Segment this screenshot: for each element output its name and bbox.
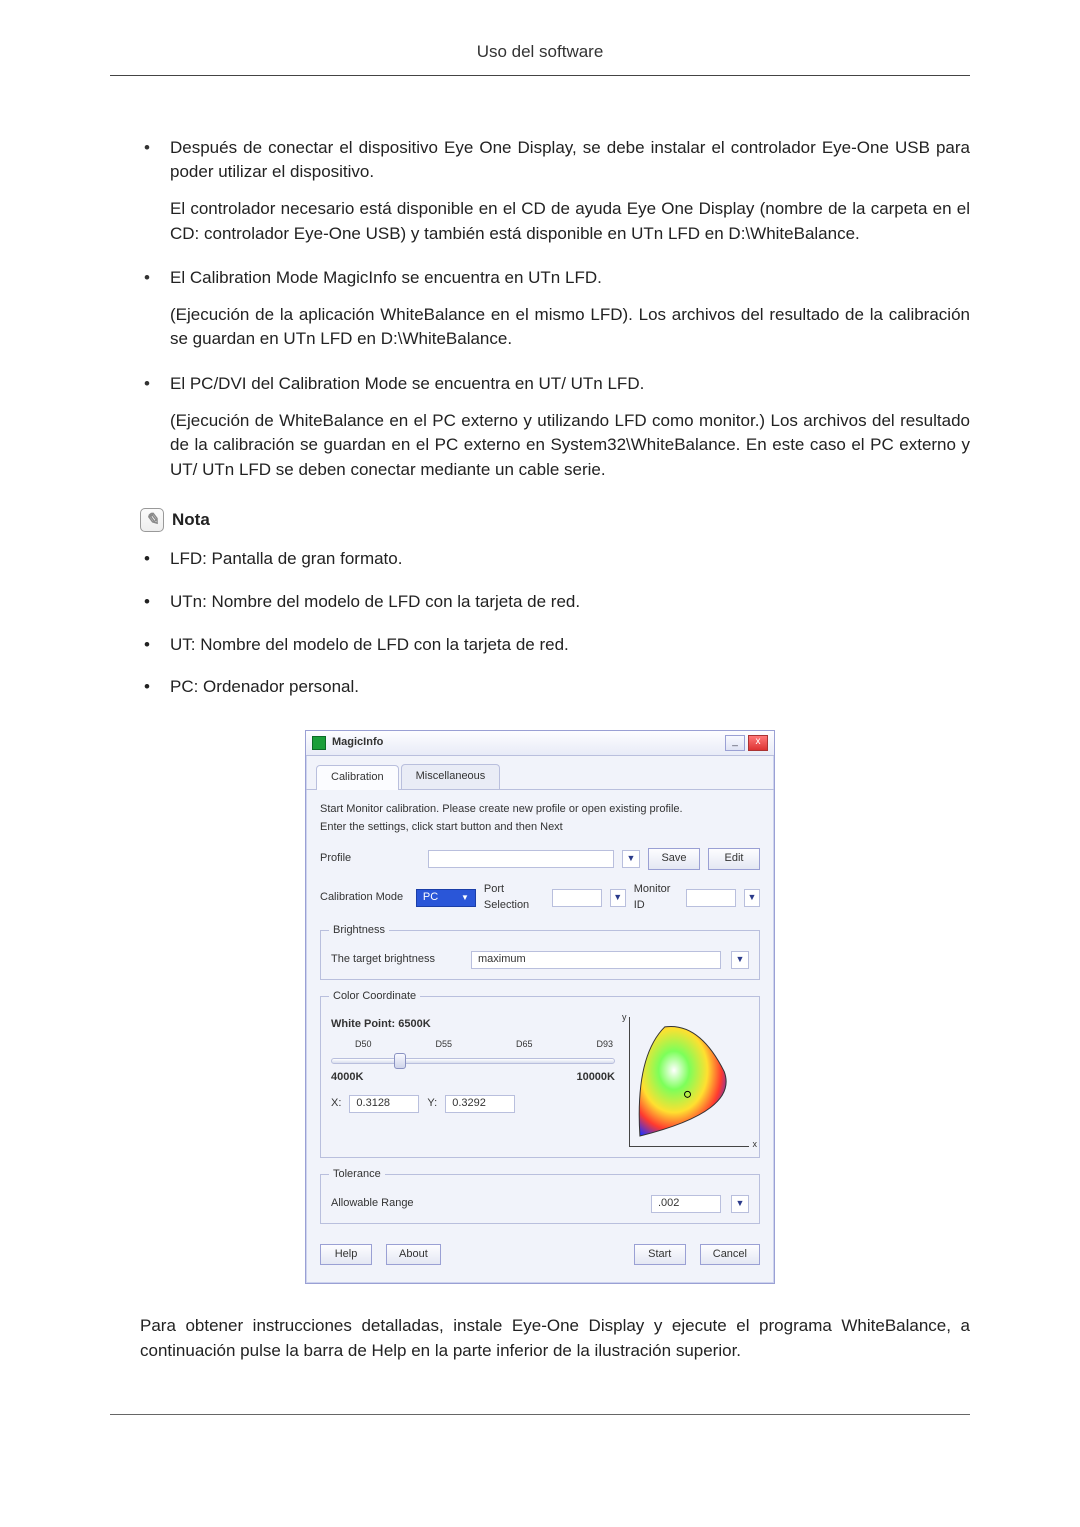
list-item-text: Después de conectar el dispositivo Eye O… bbox=[170, 138, 970, 182]
list-item-text: El PC/DVI del Calibration Mode se encuen… bbox=[170, 374, 644, 393]
calibration-mode-value: PC bbox=[423, 890, 438, 906]
page-title: Uso del software bbox=[110, 40, 970, 76]
monitor-id-dropdown-icon[interactable]: ▼ bbox=[744, 889, 760, 907]
window-titlebar: MagicInfo _ x bbox=[306, 731, 774, 756]
dialog-button-bar: Help About Start Cancel bbox=[306, 1228, 774, 1284]
y-coord-field[interactable]: 0.3292 bbox=[445, 1095, 515, 1113]
note-label: Nota bbox=[172, 508, 210, 533]
help-button[interactable]: Help bbox=[320, 1244, 372, 1266]
list-item-text: El Calibration Mode MagicInfo se encuent… bbox=[170, 268, 602, 287]
note-heading: ✎ Nota bbox=[140, 508, 970, 533]
brightness-group-title: Brightness bbox=[329, 923, 389, 939]
list-item-sub: El controlador necesario está disponible… bbox=[170, 197, 970, 246]
scale-d50: D50 bbox=[355, 1038, 372, 1051]
white-point-value: 6500K bbox=[398, 1018, 430, 1030]
tab-calibration[interactable]: Calibration bbox=[316, 765, 399, 790]
minimize-button[interactable]: _ bbox=[725, 735, 745, 751]
profile-row: Profile ▼ Save Edit bbox=[320, 848, 760, 870]
color-temp-slider[interactable] bbox=[331, 1058, 615, 1064]
port-selection-label: Port Selection bbox=[484, 882, 544, 914]
magicinfo-dialog: MagicInfo _ x Calibration Miscellaneous … bbox=[305, 730, 775, 1285]
color-coordinate-group-title: Color Coordinate bbox=[329, 989, 420, 1005]
tolerance-dropdown-icon[interactable]: ▼ bbox=[731, 1195, 749, 1213]
list-item: UTn: Nombre del modelo de LFD con la tar… bbox=[140, 590, 970, 615]
monitor-id-field[interactable] bbox=[686, 889, 736, 907]
gamut-diagram: y x bbox=[629, 1017, 749, 1147]
edit-button[interactable]: Edit bbox=[708, 848, 760, 870]
x-coord-label: X: bbox=[331, 1096, 341, 1112]
range-low: 4000K bbox=[331, 1070, 363, 1086]
chevron-down-icon: ▼ bbox=[461, 892, 469, 904]
scale-d65: D65 bbox=[516, 1038, 533, 1051]
calibration-mode-label: Calibration Mode bbox=[320, 890, 408, 906]
white-point-label: White Point: 6500K bbox=[331, 1017, 615, 1033]
app-icon bbox=[312, 736, 326, 750]
list-item-sub: (Ejecución de WhiteBalance en el PC exte… bbox=[170, 409, 970, 483]
axis-x-label: x bbox=[753, 1138, 758, 1151]
color-coordinate-group: Color Coordinate White Point: 6500K D50 … bbox=[320, 996, 760, 1158]
slider-range-labels: 4000K 10000K bbox=[331, 1070, 615, 1086]
range-high: 10000K bbox=[576, 1070, 615, 1086]
gamut-shape-icon bbox=[630, 1017, 749, 1146]
note-bullet-list: LFD: Pantalla de gran formato. UTn: Nomb… bbox=[110, 547, 970, 700]
target-brightness-field[interactable]: maximum bbox=[471, 951, 721, 969]
profile-label: Profile bbox=[320, 851, 420, 867]
tolerance-group-title: Tolerance bbox=[329, 1167, 385, 1183]
instruction-line: Start Monitor calibration. Please create… bbox=[320, 802, 760, 818]
brightness-dropdown-icon[interactable]: ▼ bbox=[731, 951, 749, 969]
about-button[interactable]: About bbox=[386, 1244, 441, 1266]
tabs-row: Calibration Miscellaneous bbox=[306, 756, 774, 790]
target-brightness-label: The target brightness bbox=[331, 952, 461, 968]
list-item: El Calibration Mode MagicInfo se encuent… bbox=[140, 266, 970, 352]
x-coord-field[interactable]: 0.3128 bbox=[349, 1095, 419, 1113]
slider-thumb[interactable] bbox=[394, 1053, 406, 1069]
list-item: UT: Nombre del modelo de LFD con la tarj… bbox=[140, 633, 970, 658]
monitor-id-label: Monitor ID bbox=[634, 882, 679, 914]
port-selection-field[interactable] bbox=[552, 889, 602, 907]
scale-d93: D93 bbox=[596, 1038, 613, 1051]
tab-miscellaneous[interactable]: Miscellaneous bbox=[401, 764, 501, 789]
tolerance-field[interactable]: .002 bbox=[651, 1195, 721, 1213]
profile-field[interactable] bbox=[428, 850, 614, 868]
instruction-line: Enter the settings, click start button a… bbox=[320, 820, 760, 836]
window-title: MagicInfo bbox=[332, 735, 383, 751]
list-item-sub: (Ejecución de la aplicación WhiteBalance… bbox=[170, 303, 970, 352]
cancel-button[interactable]: Cancel bbox=[700, 1244, 760, 1266]
profile-dropdown-icon[interactable]: ▼ bbox=[622, 850, 640, 868]
tolerance-label: Allowable Range bbox=[331, 1196, 641, 1212]
footer-separator bbox=[110, 1414, 970, 1415]
instruction-text: Start Monitor calibration. Please create… bbox=[320, 802, 760, 836]
slider-scale-labels: D50 D55 D65 D93 bbox=[331, 1038, 615, 1053]
port-dropdown-icon[interactable]: ▼ bbox=[610, 889, 626, 907]
list-item: PC: Ordenador personal. bbox=[140, 675, 970, 700]
closing-paragraph: Para obtener instrucciones detalladas, i… bbox=[140, 1314, 970, 1363]
list-item: LFD: Pantalla de gran formato. bbox=[140, 547, 970, 572]
note-icon: ✎ bbox=[140, 508, 164, 532]
tolerance-group: Tolerance Allowable Range .002 ▼ bbox=[320, 1174, 760, 1224]
calibration-mode-select[interactable]: PC ▼ bbox=[416, 889, 476, 907]
scale-d55: D55 bbox=[435, 1038, 452, 1051]
start-button[interactable]: Start bbox=[634, 1244, 686, 1266]
calibration-mode-row: Calibration Mode PC ▼ Port Selection ▼ M… bbox=[320, 882, 760, 914]
axis-y-label: y bbox=[622, 1011, 627, 1024]
list-item: El PC/DVI del Calibration Mode se encuen… bbox=[140, 372, 970, 483]
save-button[interactable]: Save bbox=[648, 848, 700, 870]
brightness-group: Brightness The target brightness maximum… bbox=[320, 930, 760, 980]
y-coord-label: Y: bbox=[427, 1096, 437, 1112]
white-point-text: White Point: bbox=[331, 1018, 395, 1030]
close-button[interactable]: x bbox=[748, 735, 768, 751]
primary-bullet-list: Después de conectar el dispositivo Eye O… bbox=[110, 136, 970, 483]
list-item: Después de conectar el dispositivo Eye O… bbox=[140, 136, 970, 247]
